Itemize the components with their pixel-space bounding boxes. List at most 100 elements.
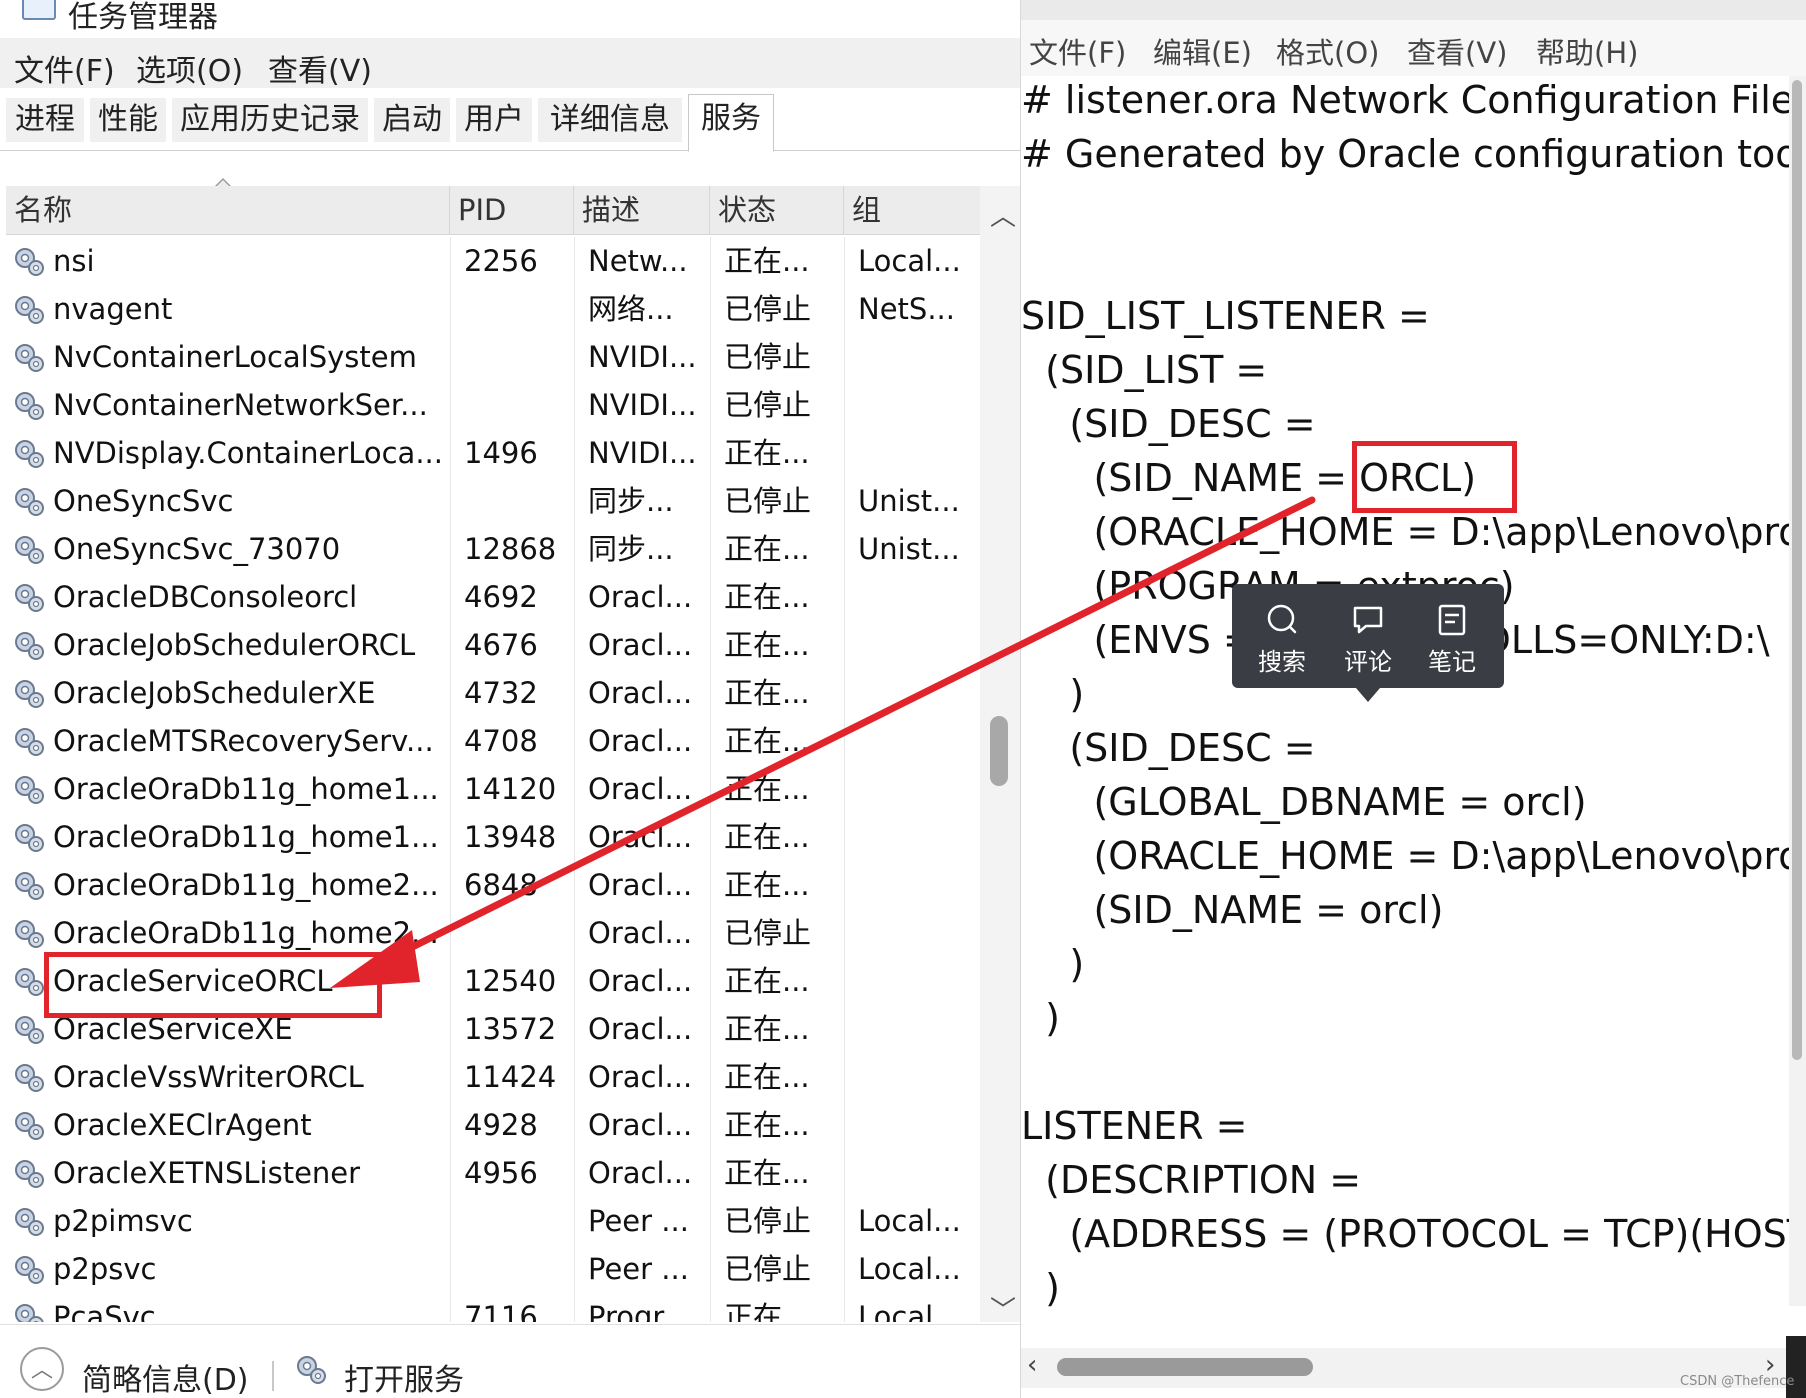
notepad-menu-file[interactable]: 文件(F) — [1029, 30, 1126, 72]
text-line: (DESCRIPTION = — [1021, 1158, 1362, 1202]
open-services-link[interactable]: 打开服务 — [344, 1355, 464, 1398]
service-pid: 4708 — [464, 724, 538, 758]
service-gear-icon — [15, 824, 44, 852]
service-pid: 13948 — [464, 820, 557, 854]
menu-file[interactable]: 文件(F) — [14, 46, 115, 90]
tab-services[interactable]: 服务 — [688, 94, 774, 152]
text-line: SID_LIST_LISTENER = — [1021, 294, 1430, 338]
service-description: Oracl... — [588, 580, 693, 614]
menu-view[interactable]: 查看(V) — [268, 46, 372, 90]
services-table-body: nsi 2256 Netw... 正在... Local... nvagent 网络... 已… — [6, 237, 980, 1322]
notepad-menu-format[interactable]: 格式(O) — [1276, 30, 1379, 72]
tab-performance[interactable]: 性能 — [90, 98, 166, 142]
notepad-horizontal-thumb[interactable] — [1057, 1358, 1313, 1376]
notepad-menu-view[interactable]: 查看(V) — [1407, 30, 1507, 72]
service-status: 正在... — [724, 580, 810, 614]
tab-details[interactable]: 详细信息 — [538, 98, 682, 142]
service-status: 正在... — [724, 820, 810, 854]
service-name: p2pimsvc — [53, 1204, 193, 1238]
table-row[interactable]: OracleXEClrAgent 4928 Oracl... 正在... — [6, 1101, 980, 1149]
tab-users[interactable]: 用户 — [456, 98, 532, 142]
tab-bar: 进程 性能 应用历史记录 启动 用户 详细信息 服务 — [0, 92, 1020, 152]
service-gear-icon — [15, 1256, 44, 1284]
popup-comment-button[interactable]: 评论 — [1328, 602, 1408, 678]
tab-app-history[interactable]: 应用历史记录 — [172, 98, 368, 142]
table-row[interactable]: OracleOraDb11g_home1... 14120 Oracl... 正在..… — [6, 765, 980, 813]
table-row[interactable]: NvContainerNetworkSer... NVIDI... 已停止 — [6, 381, 980, 429]
notepad-menu-edit[interactable]: 编辑(E) — [1153, 30, 1252, 72]
text-line: (SID_NAME = orcl) — [1021, 888, 1444, 932]
table-row[interactable]: nvagent 网络... 已停止 NetS... — [6, 285, 980, 333]
table-row[interactable]: nsi 2256 Netw... 正在... Local... — [6, 237, 980, 285]
fewer-details-link[interactable]: 简略信息(D) — [82, 1355, 249, 1398]
service-name: nvagent — [53, 292, 173, 326]
table-row[interactable]: NVDisplay.ContainerLoca... 1496 NVIDI... 正在… — [6, 429, 980, 477]
note-icon — [1438, 604, 1466, 636]
tab-startup[interactable]: 启动 — [374, 98, 450, 142]
service-description: Oracl... — [588, 1012, 693, 1046]
service-name: OracleXETNSListener — [53, 1156, 361, 1190]
service-gear-icon — [15, 344, 44, 372]
service-description: 网络... — [588, 292, 674, 326]
table-row[interactable]: OracleMTSRecoveryServ... 4708 Oracl... 正在..… — [6, 717, 980, 765]
column-header-group[interactable]: 组 — [844, 186, 980, 234]
scroll-left-icon[interactable]: ‹ — [1027, 1350, 1037, 1380]
chevron-up-icon[interactable]: ︿ — [20, 1347, 64, 1391]
notepad-vertical-thumb[interactable] — [1792, 80, 1802, 1060]
services-gear-icon[interactable] — [294, 1353, 328, 1385]
table-row[interactable]: OracleDBConsoleorcl 4692 Oracl... 正在... — [6, 573, 980, 621]
service-status: 正在... — [724, 532, 810, 566]
table-row[interactable]: NvContainerLocalSystem NVIDI... 已停止 — [6, 333, 980, 381]
service-pid: 4928 — [464, 1108, 538, 1142]
table-row[interactable]: OracleOraDb11g_home2... 6848 Oracl... 正在... — [6, 861, 980, 909]
table-row[interactable]: p2pimsvc Peer ... 已停止 Local... — [6, 1197, 980, 1245]
notepad-text-area[interactable]: # listener.ora Network Configuration Fil… — [1021, 76, 1791, 1336]
table-row[interactable]: OracleOraDb11g_home2... Oracl... 已停止 — [6, 909, 980, 957]
table-row[interactable]: PcaSvc 7116 Progr... 正在... Local... — [6, 1293, 980, 1322]
menu-options[interactable]: 选项(O) — [136, 46, 243, 90]
text-line: ) — [1021, 942, 1085, 986]
table-row[interactable]: OneSyncSvc_73070 12868 同步... 正在... Unist... — [6, 525, 980, 573]
popup-search-button[interactable]: 搜索 — [1242, 602, 1322, 678]
service-name: OneSyncSvc_73070 — [53, 532, 341, 566]
column-header-description[interactable]: 描述 — [574, 186, 710, 234]
service-gear-icon — [15, 488, 44, 516]
service-group: NetS... — [858, 292, 955, 326]
service-description: Oracl... — [588, 724, 693, 758]
scrollbar-thumb[interactable] — [990, 716, 1008, 786]
service-description: Oracl... — [588, 820, 693, 854]
service-description: NVIDI... — [588, 388, 697, 422]
status-divider — [272, 1361, 274, 1391]
service-status: 正在... — [724, 1156, 810, 1190]
table-row[interactable]: OracleVssWriterORCL 11424 Oracl... 正在... — [6, 1053, 980, 1101]
text-line: ) — [1021, 996, 1060, 1040]
service-name: nsi — [53, 244, 95, 278]
table-row[interactable]: OracleJobSchedulerXE 4732 Oracl... 正在... — [6, 669, 980, 717]
column-header-name[interactable]: 名称 — [6, 186, 450, 234]
table-row[interactable]: OracleJobSchedulerORCL 4676 Oracl... 正在... — [6, 621, 980, 669]
service-gear-icon — [15, 872, 44, 900]
service-name: OracleJobSchedulerXE — [53, 676, 376, 710]
service-status: 正在... — [724, 1060, 810, 1094]
service-group: Local... — [858, 244, 961, 278]
scroll-down-icon[interactable]: ﹀ — [990, 1290, 1016, 1327]
tab-processes[interactable]: 进程 — [6, 98, 84, 142]
table-row[interactable]: p2psvc Peer ... 已停止 Local... — [6, 1245, 980, 1293]
text-line: (ADDRESS = (PROTOCOL = TCP)(HOST — [1021, 1212, 1791, 1256]
scroll-up-icon[interactable]: ︿ — [990, 196, 1016, 233]
task-manager-icon — [22, 0, 56, 20]
table-row[interactable]: OneSyncSvc 同步... 已停止 Unist... — [6, 477, 980, 525]
service-group: Unist... — [858, 532, 960, 566]
text-line: (SID_DESC = — [1021, 726, 1316, 770]
column-header-status[interactable]: 状态 — [710, 186, 844, 234]
service-status: 正在... — [724, 436, 810, 470]
popup-note-button[interactable]: 笔记 — [1412, 602, 1492, 678]
service-status: 已停止 — [724, 484, 812, 518]
text-line: ) — [1021, 672, 1085, 716]
table-row[interactable]: OracleXETNSListener 4956 Oracl... 正在... — [6, 1149, 980, 1197]
table-row[interactable]: OracleOraDb11g_home1... 13948 Oracl... 正在..… — [6, 813, 980, 861]
column-header-pid[interactable]: PID — [450, 186, 574, 234]
service-name: OracleOraDb11g_home1... — [53, 820, 439, 854]
notepad-menu-help[interactable]: 帮助(H) — [1536, 30, 1638, 72]
service-status: 正在... — [724, 1012, 810, 1046]
